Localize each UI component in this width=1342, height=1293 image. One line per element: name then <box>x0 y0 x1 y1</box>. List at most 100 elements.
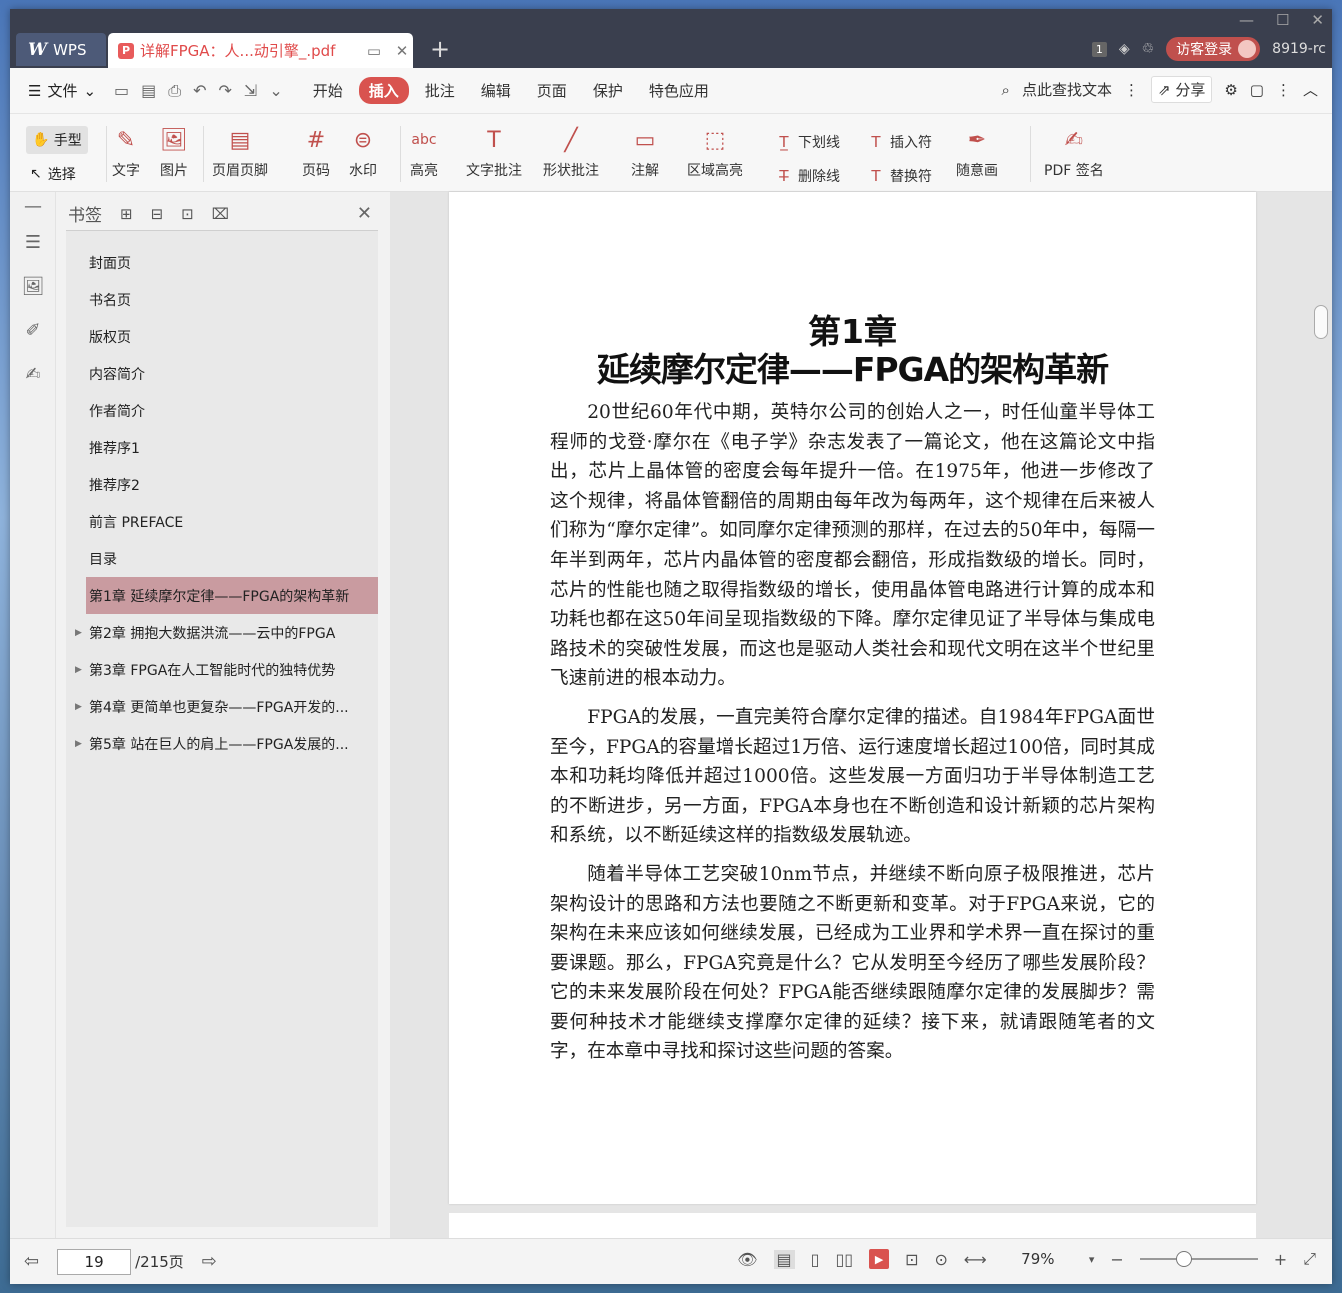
open-icon[interactable]: ▭ <box>114 81 129 101</box>
tab-edit[interactable]: 编辑 <box>471 77 521 104</box>
pdf-sign-button[interactable]: ✍ PDF 签名 <box>1044 124 1104 180</box>
fit-page-icon[interactable]: ⊙ <box>935 1250 948 1269</box>
tab-document[interactable]: P 详解FPGA：人...动引擎_.pdf ▭ ✕ <box>108 33 413 68</box>
list-item[interactable]: 作者简介 <box>66 392 378 429</box>
tab-start[interactable]: 开始 <box>303 77 353 104</box>
list-item[interactable]: ▶ 第2章 拥抱大数据洪流——云中的FPGA <box>66 614 378 651</box>
continuous-view-icon[interactable]: ▤ <box>773 1249 795 1269</box>
save-icon[interactable]: ▤ <box>141 81 156 101</box>
list-item[interactable]: 推荐序2 <box>66 466 378 503</box>
sync-icon[interactable]: ◈ <box>1119 41 1130 57</box>
eye-protection-icon[interactable]: 👁 <box>737 1250 757 1269</box>
tab-insert[interactable]: 插入 <box>358 77 409 104</box>
highlight-button[interactable]: abc 高亮 <box>408 124 440 180</box>
maximize-icon[interactable]: ☐ <box>1276 11 1289 29</box>
dual-page-icon[interactable]: ▯▯ <box>835 1250 853 1269</box>
more-icon[interactable]: ⋮ <box>1276 81 1291 99</box>
actual-size-icon[interactable]: ⊡ <box>905 1250 918 1269</box>
fit-width-icon[interactable]: ⟷ <box>964 1250 987 1269</box>
skin-icon[interactable]: ♲ <box>1142 41 1155 57</box>
list-item[interactable]: ▶ 第4章 更简单也更复杂——FPGA开发的... <box>66 688 378 725</box>
list-item-selected[interactable]: ▶ 第1章 延续摩尔定律——FPGA的架构革新 <box>86 577 378 614</box>
list-item[interactable]: ▶ 第5章 站在巨人的肩上——FPGA发展的... <box>66 725 378 762</box>
underline-button[interactable]: T̲ 下划线 <box>774 132 840 152</box>
signature-list-icon[interactable]: ✍ <box>10 352 56 396</box>
insert-image-button[interactable]: 🖼 图片 <box>158 124 190 180</box>
window-count-badge[interactable]: 1 <box>1091 41 1107 57</box>
expand-all-icon[interactable]: ⊟ <box>151 205 164 223</box>
list-item[interactable]: 前言 PREFACE <box>66 503 378 540</box>
hand-tool-button[interactable]: ✋ 手型 <box>26 126 88 154</box>
print-icon[interactable]: ⎙ <box>168 81 181 101</box>
replace-mark-button[interactable]: T 替换符 <box>866 166 932 186</box>
zoom-out-icon[interactable]: − <box>1110 1250 1123 1269</box>
export-icon[interactable]: ⇲ <box>244 81 257 101</box>
page-number-button[interactable]: # 页码 <box>300 124 332 180</box>
header-footer-button[interactable]: ▤ 页眉页脚 <box>212 124 268 180</box>
tab-close-icon[interactable]: ✕ <box>391 42 413 60</box>
more-vert-icon[interactable]: ⋮ <box>1124 81 1139 99</box>
tab-page[interactable]: 页面 <box>527 77 577 104</box>
next-page-icon[interactable]: ⇨ <box>202 1251 217 1272</box>
select-tool-button[interactable]: ↖ 选择 <box>30 164 76 184</box>
new-tab-button[interactable]: + <box>430 35 450 63</box>
bookmark-list-icon[interactable]: ☰ <box>10 220 56 264</box>
close-icon[interactable]: ✕ <box>357 203 372 224</box>
prev-page-icon[interactable]: ⇦ <box>24 1251 39 1272</box>
text-comment-button[interactable]: T 文字批注 <box>466 124 522 180</box>
tab-pin-icon[interactable]: ▭ <box>363 42 385 60</box>
strikethrough-button[interactable]: T̶ 删除线 <box>774 166 840 186</box>
list-item[interactable]: ▶ 第3章 FPGA在人工智能时代的独特优势 <box>66 651 378 688</box>
shape-comment-button[interactable]: ╱ 形状批注 <box>543 124 599 180</box>
share-button[interactable]: ⇗ 分享 <box>1150 76 1213 103</box>
expand-arrow-icon[interactable]: ▶ <box>75 665 82 675</box>
expand-arrow-icon[interactable]: ▶ <box>75 702 82 712</box>
page-number-input[interactable]: 19 <box>57 1248 132 1275</box>
expand-arrow-icon[interactable]: ▶ <box>75 739 82 749</box>
thumbnail-icon[interactable]: 🖼 <box>10 264 56 308</box>
list-item[interactable]: 内容简介 <box>66 355 378 392</box>
file-menu[interactable]: ☰ 文件 ⌄ <box>28 80 96 101</box>
undo-icon[interactable]: ↶ <box>193 81 206 101</box>
minimize-icon[interactable]: — <box>1239 11 1254 29</box>
play-icon[interactable]: ▶ <box>869 1249 890 1269</box>
search-text-button[interactable]: 点此查找文本 <box>1022 79 1112 100</box>
document-viewport[interactable]: 第1章 延续摩尔定律——FPGA的架构革新 20世纪60年代中期，英特尔公司的创… <box>390 192 1332 1253</box>
more-tools-icon[interactable]: ⌄ <box>269 81 282 101</box>
list-item[interactable]: 封面页 <box>66 244 378 281</box>
collapse-ribbon-icon[interactable]: ︿ <box>1303 79 1318 100</box>
fullscreen-icon[interactable]: ⤢ <box>1303 1249 1316 1269</box>
tab-features[interactable]: 特色应用 <box>639 77 719 104</box>
scrollbar-thumb[interactable] <box>1314 305 1328 339</box>
close-window-icon[interactable]: ✕ <box>1311 11 1324 29</box>
zoom-slider[interactable] <box>1139 1251 1258 1267</box>
tab-comment[interactable]: 批注 <box>415 77 465 104</box>
add-bookmark-icon[interactable]: ⊞ <box>120 205 133 223</box>
annotation-list-icon[interactable]: ✐ <box>10 308 56 352</box>
search-icon[interactable]: ⌕ <box>1002 81 1010 99</box>
single-page-icon[interactable]: ▯ <box>811 1250 820 1269</box>
insert-text-button[interactable]: ✎ 文字 <box>110 124 142 180</box>
zoom-slider-handle[interactable] <box>1175 1251 1192 1267</box>
tab-protect[interactable]: 保护 <box>583 77 633 104</box>
annotation-button[interactable]: ▭ 注解 <box>629 124 661 180</box>
expand-arrow-icon[interactable]: ▶ <box>75 628 82 638</box>
list-item[interactable]: 目录 <box>66 540 378 577</box>
freehand-button[interactable]: ✒ 随意画 <box>956 124 998 180</box>
tab-wps-home[interactable]: W WPS <box>16 33 106 66</box>
zoom-in-icon[interactable]: + <box>1274 1250 1287 1269</box>
login-button[interactable]: 访客登录 <box>1166 37 1261 61</box>
zoom-level[interactable]: 79% <box>1003 1250 1073 1268</box>
area-highlight-button[interactable]: ⬚ 区域高亮 <box>687 124 743 180</box>
list-item[interactable]: 书名页 <box>66 281 378 318</box>
watermark-button[interactable]: ⊜ 水印 <box>347 124 379 180</box>
zoom-dropdown-icon[interactable]: ▾ <box>1089 1253 1095 1266</box>
list-item[interactable]: 版权页 <box>66 318 378 355</box>
rename-bookmark-icon[interactable]: ⌧ <box>212 205 229 223</box>
chat-icon[interactable]: ▢ <box>1250 81 1264 99</box>
settings-icon[interactable]: ⚙ <box>1224 81 1237 99</box>
redo-icon[interactable]: ↷ <box>219 81 232 101</box>
insert-mark-button[interactable]: T 插入符 <box>866 132 932 152</box>
list-item[interactable]: 推荐序1 <box>66 429 378 466</box>
add-child-icon[interactable]: ⊡ <box>181 205 194 223</box>
